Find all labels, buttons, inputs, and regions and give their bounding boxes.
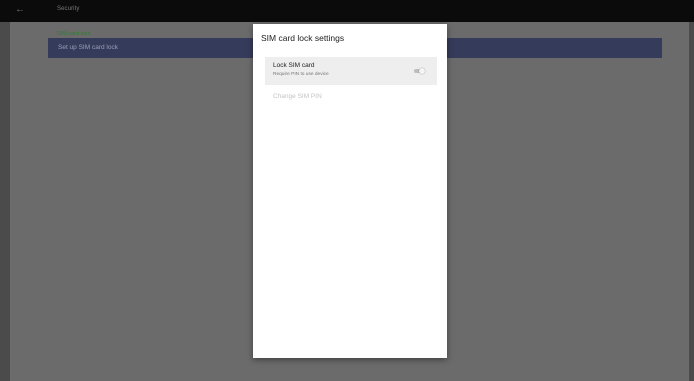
list-item-label: Set up SIM card lock (58, 44, 118, 51)
app-bar: ← Security (0, 0, 694, 22)
page-title: Security (57, 6, 80, 12)
toggle-thumb (419, 68, 425, 74)
dialog-title: SIM card lock settings (261, 33, 345, 43)
sim-lock-dialog: SIM card lock settings Lock SIM card Req… (253, 24, 447, 358)
lock-sim-title: Lock SIM card (273, 62, 315, 69)
change-sim-pin-item: Change SIM PIN (273, 93, 322, 100)
lock-sim-card-row[interactable]: Lock SIM card Require PIN to use device (265, 57, 437, 85)
lock-sim-toggle[interactable] (413, 68, 425, 74)
arrow-back-icon[interactable]: ← (15, 4, 27, 16)
lock-sim-summary: Require PIN to use device (273, 72, 329, 77)
section-header: SIM card lock (57, 31, 91, 37)
